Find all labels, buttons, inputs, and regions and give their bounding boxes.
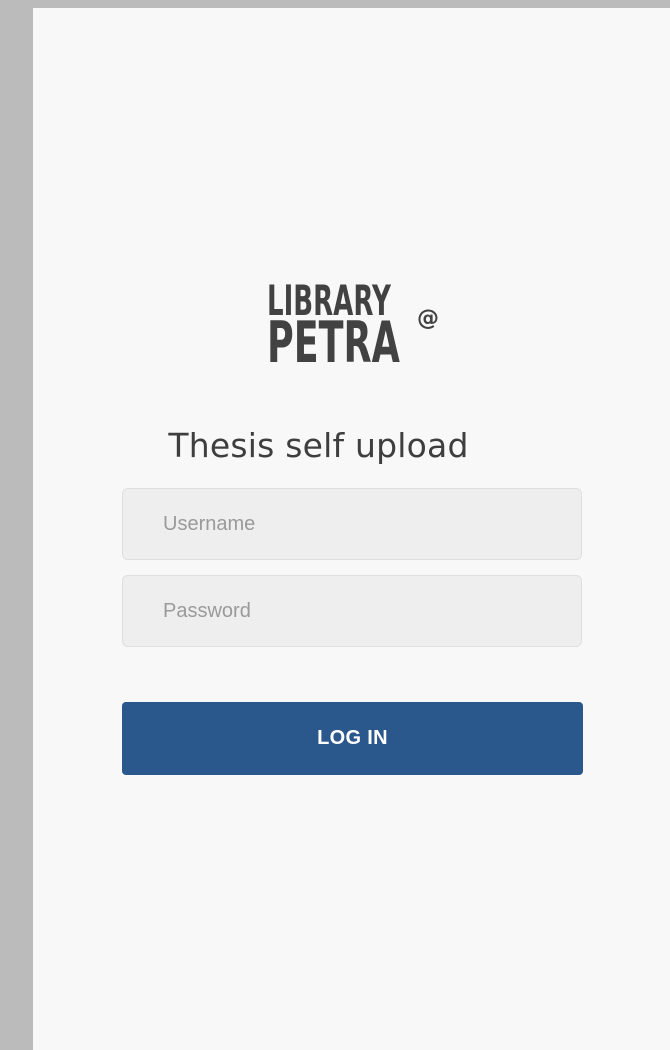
login-page: LIBRARY @ PETRA Thesis self upload LOG I… (33, 8, 670, 1050)
logo-line-petra: PETRA (267, 310, 400, 376)
password-input[interactable] (122, 575, 582, 647)
username-input[interactable] (122, 488, 582, 560)
login-button[interactable]: LOG IN (122, 702, 583, 775)
page-subtitle: Thesis self upload (168, 426, 469, 465)
library-petra-logo: LIBRARY @ PETRA (267, 280, 447, 400)
logo-at-symbol: @ (417, 306, 439, 331)
